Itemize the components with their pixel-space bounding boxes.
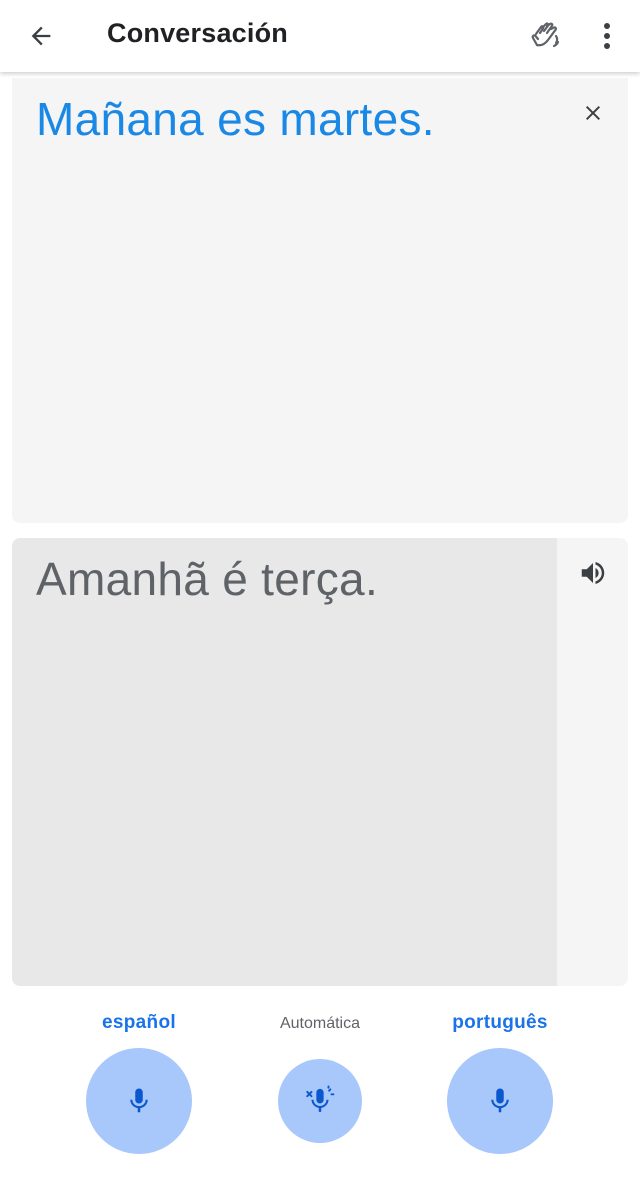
auto-microphone-icon [306, 1085, 335, 1112]
portuguese-mic-button[interactable] [447, 1048, 553, 1154]
translated-text: Amanhã é terça. [36, 553, 379, 605]
volume-up-icon [581, 562, 605, 584]
back-button[interactable] [18, 14, 64, 58]
waving-hands-icon [531, 22, 560, 48]
source-text-card[interactable]: Mañana es martes. [12, 78, 628, 523]
source-language-label[interactable]: español [59, 1012, 219, 1034]
source-text[interactable]: Mañana es martes. [36, 92, 435, 146]
translation-card: Amanhã é terça. [12, 538, 628, 986]
hands-free-button[interactable] [522, 13, 568, 59]
automatic-mode-label: Automática [279, 1015, 361, 1032]
auto-mic-button[interactable] [278, 1059, 362, 1143]
more-options-button[interactable] [588, 13, 626, 59]
close-icon [586, 106, 600, 120]
microphone-icon [130, 1088, 148, 1113]
more-vert-icon [604, 23, 610, 49]
spanish-mic-button[interactable] [86, 1048, 192, 1154]
translation-area[interactable]: Amanhã é terça. [12, 538, 557, 986]
microphone-icon [491, 1088, 509, 1113]
clear-button[interactable] [572, 92, 614, 134]
listen-button[interactable] [572, 552, 614, 594]
page-title: Conversación [107, 18, 288, 48]
arrow-back-icon [31, 26, 51, 46]
target-language-label[interactable]: português [420, 1012, 580, 1034]
app-bar: Conversación [0, 0, 640, 72]
